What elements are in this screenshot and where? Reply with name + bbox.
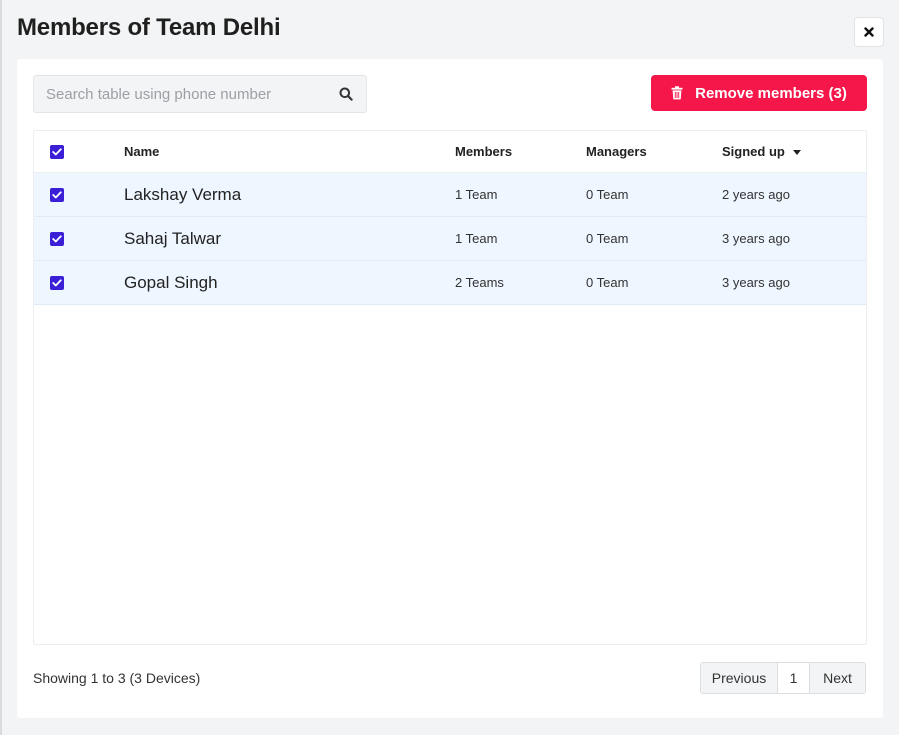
remove-members-label: Remove members (3) [695,84,847,102]
pagination: Previous 1 Next [700,662,866,694]
signed-up-date: 3 years ago [722,275,790,290]
sort-down-icon [792,149,801,155]
table-row[interactable]: Gopal Singh 2 Teams 0 Team 3 years ago [34,261,866,305]
column-header-signed-up-label: Signed up [722,144,785,159]
member-name: Gopal Singh [124,272,218,292]
search-input[interactable] [34,76,338,112]
column-header-members[interactable]: Members [455,144,586,159]
trash-icon [671,86,683,100]
column-header-signed-up[interactable]: Signed up [722,144,866,159]
previous-page-button[interactable]: Previous [701,663,778,693]
members-panel: Remove members (3) Name Members Managers… [17,59,883,718]
check-icon [52,190,62,198]
members-table: Name Members Managers Signed up Lakshay … [33,130,867,645]
member-teams: 2 Teams [455,275,504,290]
table-row[interactable]: Sahaj Talwar 1 Team 0 Team 3 years ago [34,217,866,261]
check-icon [52,278,62,286]
member-teams: 1 Team [455,231,498,246]
search-icon[interactable] [338,86,354,102]
modal-title: Members of Team Delhi [17,14,281,41]
table-header: Name Members Managers Signed up [34,131,866,173]
close-icon [864,27,874,37]
table-row[interactable]: Lakshay Verma 1 Team 0 Team 2 years ago [34,173,866,217]
check-icon [52,234,62,242]
signed-up-date: 3 years ago [722,231,790,246]
manager-teams: 0 Team [586,275,629,290]
row-checkbox[interactable] [50,231,64,246]
showing-count: Showing 1 to 3 (3 Devices) [33,670,201,686]
member-teams: 1 Team [455,187,498,202]
manager-teams: 0 Team [586,187,629,202]
column-header-managers[interactable]: Managers [586,144,722,159]
window-edge [0,0,2,735]
search-box [33,75,367,113]
next-page-button[interactable]: Next [810,663,865,693]
member-name: Lakshay Verma [124,184,242,204]
page-1-button[interactable]: 1 [778,663,810,693]
select-all-checkbox[interactable] [50,144,64,159]
row-checkbox[interactable] [50,187,64,202]
member-name: Sahaj Talwar [124,228,222,248]
check-icon [52,147,62,155]
row-checkbox[interactable] [50,275,64,290]
remove-members-button[interactable]: Remove members (3) [651,75,867,111]
signed-up-date: 2 years ago [722,187,790,202]
manager-teams: 0 Team [586,231,629,246]
close-button[interactable] [854,17,884,47]
column-header-name[interactable]: Name [124,144,455,159]
